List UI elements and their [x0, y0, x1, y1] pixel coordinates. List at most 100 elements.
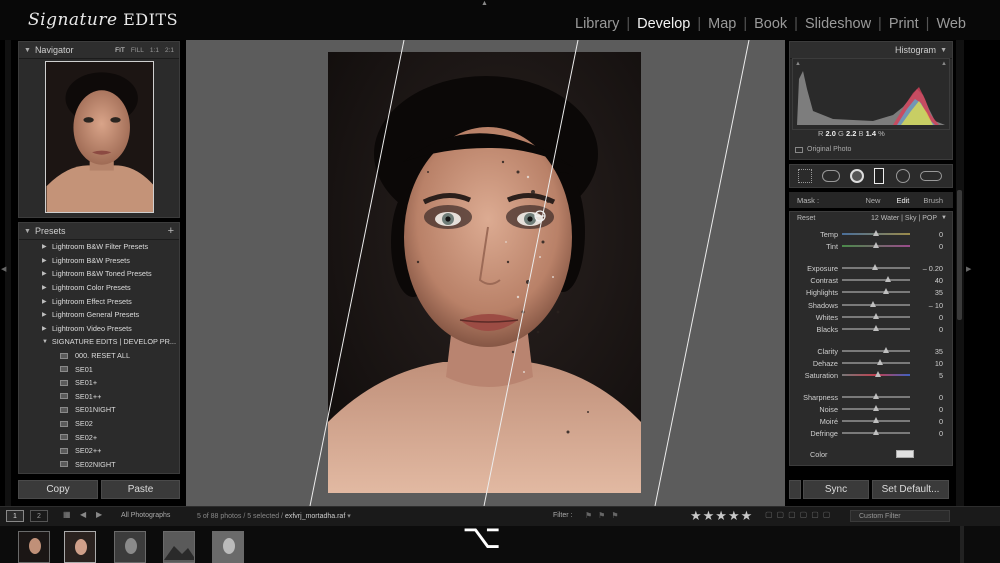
slider-track[interactable]	[842, 347, 910, 353]
slider-highlights[interactable]: Highlights 35	[798, 286, 943, 298]
module-slideshow[interactable]: Slideshow	[805, 16, 871, 32]
filmstrip-thumbnail[interactable]	[114, 531, 146, 563]
chevron-down-icon[interactable]: ▼	[941, 215, 947, 222]
spot-removal-tool-icon[interactable]	[822, 170, 840, 182]
slider-track[interactable]	[842, 276, 910, 282]
preset-item[interactable]: SE02	[60, 417, 176, 431]
slider-contrast[interactable]: Contrast 40	[798, 274, 943, 286]
filmstrip-thumbnail[interactable]	[212, 531, 244, 563]
slider-knob[interactable]	[873, 325, 879, 331]
slider-track[interactable]	[842, 371, 910, 377]
collapse-left-panel-icon[interactable]: ◀	[1, 265, 6, 273]
forward-arrow-icon[interactable]: ▶	[96, 510, 102, 519]
slider-track[interactable]	[842, 230, 910, 236]
slider-knob[interactable]	[873, 405, 879, 411]
preset-group[interactable]: ▶ Lightroom Color Presets	[42, 281, 202, 295]
slider-track[interactable]	[842, 313, 910, 319]
slider-whites[interactable]: Whites 0	[798, 311, 943, 323]
paste-button[interactable]: Paste	[101, 480, 180, 499]
slider-value[interactable]: 0	[915, 242, 943, 251]
filter-guide-line-left[interactable]	[309, 40, 405, 506]
module-print[interactable]: Print	[889, 16, 919, 32]
slider-value[interactable]: 0	[915, 417, 943, 426]
slider-knob[interactable]	[873, 393, 879, 399]
shadow-clipping-icon[interactable]: ▲	[795, 61, 801, 67]
preset-item[interactable]: SE01NIGHT	[60, 403, 176, 417]
filmstrip-thumbnail[interactable]	[163, 531, 195, 563]
sync-toggle-switch[interactable]	[789, 480, 801, 499]
slider-knob[interactable]	[870, 301, 877, 307]
navigator-preview[interactable]	[45, 61, 154, 213]
preset-item[interactable]: SE01	[60, 362, 176, 376]
slider-track[interactable]	[842, 405, 910, 411]
slider-value[interactable]: 10	[915, 359, 943, 368]
slider-track[interactable]	[842, 393, 910, 399]
chevron-down-icon[interactable]: ▾	[347, 513, 351, 520]
zoom-fit[interactable]: FIT	[115, 47, 125, 54]
slider-clarity[interactable]: Clarity 35	[798, 345, 943, 357]
mask-brush-button[interactable]: Brush	[923, 196, 943, 205]
preset-group[interactable]: ▶ Lightroom B&W Filter Presets	[42, 240, 202, 254]
preset-item[interactable]: SE01++	[60, 390, 176, 404]
module-library[interactable]: Library	[575, 16, 619, 32]
slider-knob[interactable]	[873, 417, 879, 423]
slider-blacks[interactable]: Blacks 0	[798, 323, 944, 335]
source-label[interactable]: All Photographs	[121, 512, 170, 519]
slider-shadows[interactable]: Shadows – 10	[798, 299, 943, 311]
preset-item[interactable]: SE01+	[60, 376, 176, 390]
radial-filter-tool-icon[interactable]	[896, 169, 910, 183]
effect-preset-dropdown[interactable]: 12 Water | Sky | POP	[871, 215, 937, 222]
preset-item[interactable]: SE02+	[60, 430, 176, 444]
star-rating-filter[interactable]: ★★★★★	[690, 508, 753, 524]
slider-saturation[interactable]: Saturation 5	[798, 369, 943, 381]
filter-pin-icon[interactable]	[534, 210, 546, 222]
zoom-fill[interactable]: FILL	[131, 47, 144, 54]
slider-noise[interactable]: Noise 0	[798, 403, 943, 415]
slider-value[interactable]: 40	[915, 276, 943, 285]
slider-track[interactable]	[842, 301, 910, 307]
original-photo-toggle[interactable]: Original Photo	[795, 146, 851, 153]
collapse-top-panel-icon[interactable]: ▲	[481, 0, 488, 7]
slider-temp[interactable]: Temp 0	[798, 228, 943, 240]
set-default-button[interactable]: Set Default...	[872, 480, 949, 499]
slider-value[interactable]: 0	[915, 313, 943, 322]
module-develop[interactable]: Develop	[637, 16, 690, 32]
filter-guide-line-right[interactable]	[654, 40, 750, 506]
slider-defringe[interactable]: Defringe 0	[798, 427, 943, 439]
slider-value[interactable]: – 10	[915, 301, 943, 310]
primary-display-button[interactable]: 1	[6, 510, 24, 522]
slider-dehaze[interactable]: Dehaze 10	[798, 357, 943, 369]
graduated-filter-overlay[interactable]	[186, 40, 785, 506]
custom-filter-dropdown[interactable]: Custom Filter	[850, 510, 950, 522]
right-panel-scrollbar[interactable]	[957, 190, 962, 320]
mask-new-button[interactable]: New	[865, 196, 880, 205]
slider-value[interactable]: 5	[915, 371, 943, 380]
sync-button[interactable]: Sync	[803, 480, 869, 499]
filter-flag-icons[interactable]: ⚑⚑⚑	[585, 511, 625, 520]
preset-group[interactable]: ▶ Lightroom General Presets	[42, 308, 202, 322]
filter-guide-line-center[interactable]	[483, 40, 579, 506]
preset-group[interactable]: ▶ Lightroom Effect Presets	[42, 294, 202, 308]
slider-value[interactable]: 35	[915, 347, 943, 356]
slider-knob[interactable]	[873, 230, 879, 236]
slider-value[interactable]: 0	[915, 393, 943, 402]
slider-value[interactable]: 0	[915, 405, 943, 414]
slider-track[interactable]	[842, 417, 910, 423]
color-label-filter-icons[interactable]: ▢▢▢▢▢▢	[765, 510, 834, 519]
histogram-header[interactable]: Histogram ▼	[790, 42, 952, 59]
slider-knob[interactable]	[873, 313, 879, 319]
slider-value[interactable]: 0	[915, 230, 943, 239]
slider-knob[interactable]	[882, 347, 889, 353]
module-book[interactable]: Book	[754, 16, 787, 32]
presets-header[interactable]: ▼ Presets +	[19, 223, 179, 240]
slider-value[interactable]: 35	[915, 288, 943, 297]
slider-value[interactable]: 0	[915, 429, 943, 438]
slider-track[interactable]	[842, 264, 910, 270]
navigator-header[interactable]: ▼ Navigator FIT FILL 1:1 2:1	[19, 42, 179, 59]
color-swatch[interactable]	[896, 450, 914, 458]
adjustment-brush-tool-icon[interactable]	[920, 171, 942, 181]
copy-button[interactable]: Copy	[18, 480, 98, 499]
zoom-1-1[interactable]: 1:1	[150, 47, 159, 54]
original-photo-checkbox[interactable]	[795, 146, 803, 153]
slider-track[interactable]	[842, 429, 910, 435]
